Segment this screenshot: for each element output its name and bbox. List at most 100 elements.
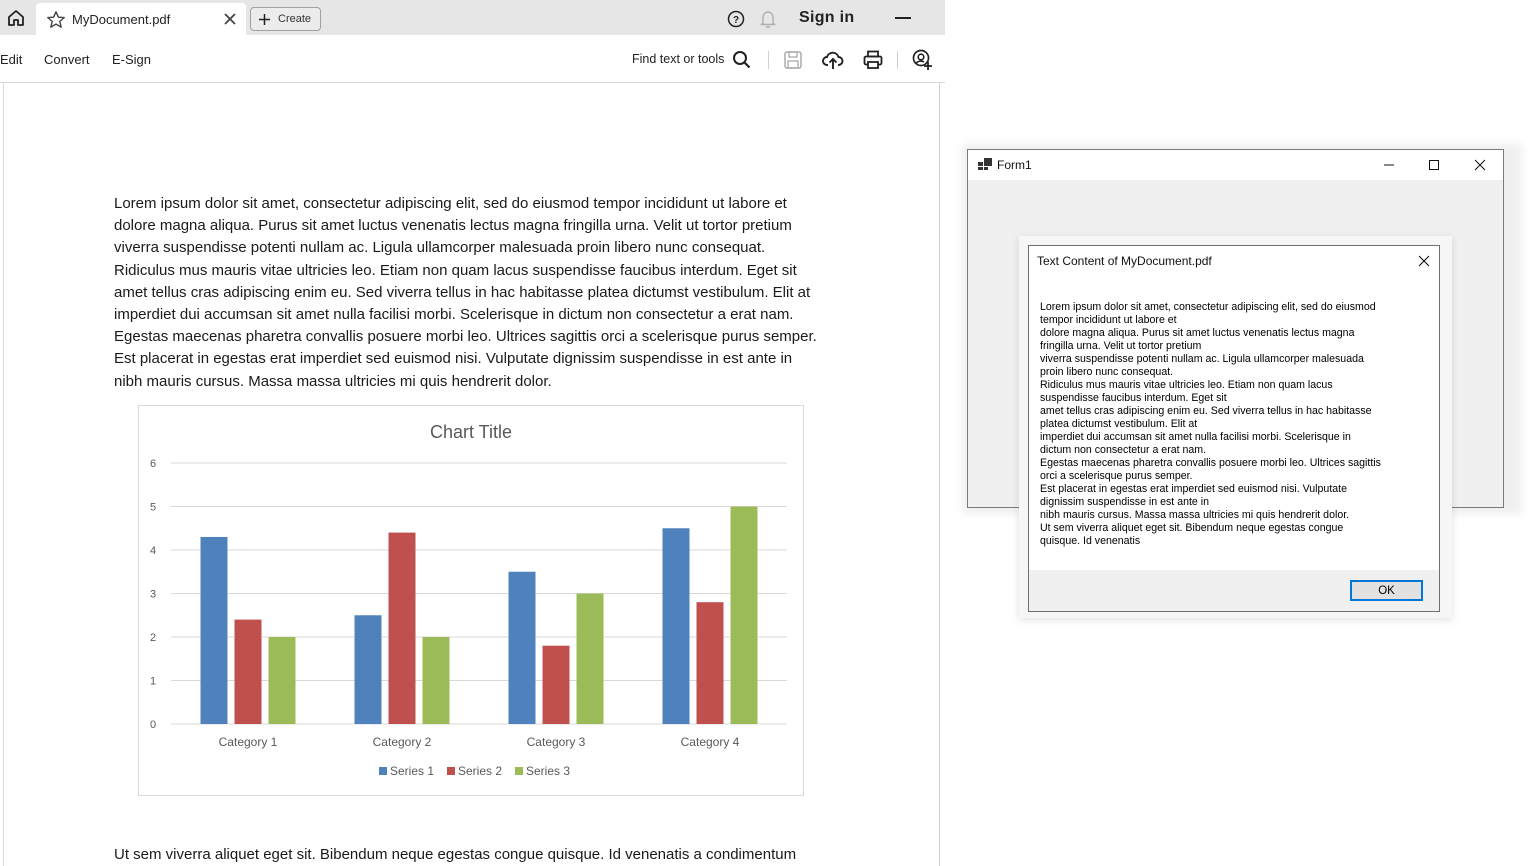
print-icon[interactable] [862, 49, 884, 71]
plus-icon [259, 13, 270, 25]
bar-chart: Chart Title 0 1 2 3 4 5 6 Category 1 Category 2 Ca… [138, 405, 804, 796]
save-icon[interactable] [782, 49, 804, 71]
message-text-line: dictum non consectetur a erat nam. [1040, 444, 1207, 456]
bar-series-2-category-2 [388, 532, 416, 724]
minimize-icon [1384, 164, 1394, 166]
y-tick-label: 2 [150, 632, 156, 644]
find-text-or-tools[interactable]: Find text or tools [632, 52, 724, 66]
message-text-line: fringilla urna. Velit ut tortor pretium [1040, 340, 1202, 352]
tab-title: MyDocument.pdf [72, 12, 171, 27]
message-text-line: platea dictumst vestibulum. Elit at [1040, 418, 1198, 430]
y-tick-label: 6 [150, 458, 156, 470]
sign-in-button[interactable]: Sign in [799, 9, 854, 27]
help-icon[interactable]: ? [727, 10, 745, 28]
bar-series-3-category-4 [730, 506, 758, 724]
message-box-footer: OK [1029, 570, 1439, 611]
minimize-icon[interactable] [895, 17, 911, 19]
legend-swatch [379, 767, 387, 775]
y-tick-label: 4 [150, 545, 156, 557]
create-button[interactable]: Create [250, 7, 321, 31]
ok-button[interactable]: OK [1350, 580, 1423, 601]
text-line: viverra suspendisse potenti nullam ac. L… [114, 239, 766, 257]
paragraph-1: Lorem ipsum dolor sit amet, consectetur … [114, 193, 834, 393]
paragraph-2: Ut sem viverra aliquet eget sit. Bibendu… [114, 846, 797, 863]
message-text-line: orci a scelerisque purus semper. [1040, 470, 1193, 482]
message-box-title: Text Content of MyDocument.pdf [1037, 254, 1212, 268]
form1-maximize-button[interactable] [1411, 150, 1457, 180]
pdf-viewer-window: MyDocument.pdf Create ? Sign in Edit Con… [0, 0, 945, 866]
text-line: Egestas maecenas pharetra convallis posu… [114, 328, 817, 346]
form1-titlebar[interactable]: Form1 [968, 150, 1503, 180]
close-tab-icon[interactable] [222, 11, 238, 27]
tab-mydocument[interactable]: MyDocument.pdf [36, 3, 246, 35]
legend-label: Series 1 [390, 764, 434, 778]
cloud-upload-icon[interactable] [822, 49, 844, 71]
page-border [939, 83, 940, 866]
legend-swatch [515, 767, 523, 775]
y-tick-label: 0 [150, 719, 156, 731]
message-text-line: nibh mauris cursus. Massa massa ultricie… [1040, 509, 1350, 521]
message-text-line: quisque. Id venenatis [1040, 535, 1141, 547]
text-line: dolore magna aliqua. Purus sit amet luct… [114, 217, 792, 235]
bell-icon[interactable] [759, 9, 777, 29]
message-text-line: Lorem ipsum dolor sit amet, consectetur … [1040, 301, 1376, 313]
menu-esign[interactable]: E-Sign [112, 52, 151, 67]
bar-series-2-category-4 [696, 602, 724, 724]
star-icon[interactable] [46, 10, 66, 30]
message-text-line: dolore magna aliqua. Purus sit amet luct… [1040, 327, 1355, 339]
message-text-line: Egestas maecenas pharetra convallis posu… [1040, 457, 1381, 469]
pdf-page: Lorem ipsum dolor sit amet, consectetur … [0, 83, 945, 866]
close-icon[interactable] [1415, 252, 1433, 270]
message-box-text: Lorem ipsum dolor sit amet, consectetur … [1040, 301, 1430, 548]
message-text-line: tempor incididunt ut labore et [1040, 314, 1177, 326]
chart-canvas: Chart Title 0 1 2 3 4 5 6 Category 1 Category 2 Ca… [150, 422, 787, 778]
message-text-line: Ut sem viverra aliquet eget sit. Bibendu… [1040, 522, 1344, 534]
home-button[interactable] [4, 6, 28, 30]
home-icon [8, 10, 24, 26]
x-tick-label: Category 4 [681, 735, 740, 749]
chart-title: Chart Title [430, 422, 512, 442]
search-icon[interactable] [731, 49, 753, 71]
message-text-line: proin libero nunc consequat. [1040, 366, 1174, 378]
x-tick-label: Category 1 [219, 735, 278, 749]
text-line: Est placerat in egestas erat imperdiet s… [114, 350, 793, 368]
menu-edit[interactable]: Edit [0, 52, 22, 67]
text-line: nibh mauris cursus. Massa massa ultricie… [114, 372, 552, 390]
page-border [3, 83, 4, 866]
message-text-line: viverra suspendisse potenti nullam ac. L… [1040, 353, 1364, 365]
y-tick-label: 5 [150, 502, 156, 514]
message-text-line: imperdiet dui accumsan sit amet nulla fa… [1040, 431, 1351, 443]
bar-series-1-category-4 [662, 528, 690, 724]
add-user-icon[interactable] [911, 49, 933, 71]
toolbar-divider [897, 51, 898, 69]
bar-series-2-category-1 [234, 619, 262, 724]
form1-close-button[interactable] [1457, 150, 1503, 180]
form-app-icon [978, 158, 992, 170]
message-text-line: amet tellus cras adipiscing enim eu. Sed… [1040, 405, 1372, 417]
toolbar-divider [768, 51, 769, 69]
form1-minimize-button[interactable] [1366, 150, 1412, 180]
close-icon [1474, 159, 1486, 171]
message-text-line: Est placerat in egestas erat imperdiet s… [1040, 483, 1347, 495]
message-text-line: dignissim suspendisse in est ante in [1040, 496, 1210, 508]
bar-series-3-category-3 [576, 593, 604, 724]
legend-label: Series 2 [458, 764, 502, 778]
maximize-icon [1429, 160, 1439, 170]
tab-bar: MyDocument.pdf Create ? Sign in [0, 0, 945, 35]
form1-title: Form1 [997, 158, 1032, 172]
bar-series-3-category-1 [268, 637, 296, 724]
bar-series-3-category-2 [422, 637, 450, 724]
menu-convert[interactable]: Convert [44, 52, 90, 67]
legend-label: Series 3 [526, 764, 570, 778]
bar-series-2-category-3 [542, 645, 570, 724]
y-tick-label: 3 [150, 589, 156, 601]
y-tick-label: 1 [150, 676, 156, 688]
text-line: Ridiculus mus mauris vitae ultricies leo… [114, 261, 797, 279]
bar-series-1-category-3 [508, 571, 536, 724]
bar-series-1-category-2 [354, 615, 382, 724]
message-box: Text Content of MyDocument.pdf Lorem ips… [1028, 245, 1440, 612]
message-text-line: suspendisse faucibus interdum. Eget sit [1040, 392, 1227, 404]
text-line: imperdiet dui accumsan sit amet nulla fa… [114, 306, 794, 324]
x-tick-label: Category 3 [527, 735, 586, 749]
bar-series-1-category-1 [200, 536, 228, 724]
